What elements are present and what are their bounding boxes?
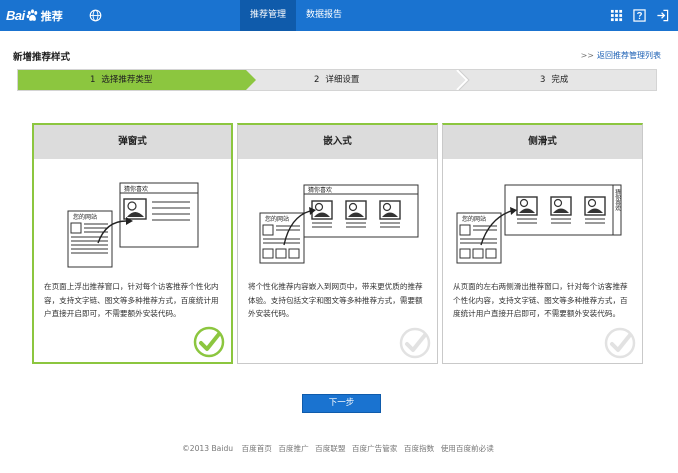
back-link-label: 返回推荐管理列表 [597, 51, 661, 60]
step-2: 2 详细设置 [314, 70, 359, 90]
card-description: 从页面的左右两侧滑出推荐窗口，针对每个访客推荐个性化内容，支持文字链、图文等多种… [453, 282, 628, 318]
card-title: 嵌入式 [238, 125, 437, 159]
embed-panel-label: 猜你喜欢 [308, 186, 332, 194]
slide-panel-label: 猜你喜欢 [614, 188, 621, 213]
page-title: 新增推荐样式 [13, 52, 71, 63]
footer-link-terms[interactable]: 使用百度前必读 [441, 444, 494, 453]
footer-link-baidu-union[interactable]: 百度联盟 [315, 444, 345, 453]
checkmark-unselected-icon [604, 327, 636, 359]
step-3-number: 3 [540, 75, 546, 85]
step-progress-bar: 1 选择推荐类型 2 详细设置 3 完成 [17, 69, 657, 91]
side-slide-illustration: 猜你喜欢 您的网站 [456, 184, 622, 264]
card-description: 在页面上浮出推荐窗口，针对每个访客推荐个性化内容，支持文字链、图文等多种推荐方式… [44, 282, 219, 318]
step-3: 3 完成 [540, 70, 568, 90]
popup-site-label: 您的网站 [73, 213, 97, 221]
step-1-label: 选择推荐类型 [101, 75, 153, 85]
globe-icon[interactable] [89, 9, 102, 22]
checkmark-unselected-icon [399, 327, 431, 359]
paw-icon [26, 9, 37, 21]
card-description: 将个性化推荐内容嵌入到网页中，带来更优质的推荐体验。支持包括文字和图文等多种推荐… [248, 282, 423, 318]
popup-panel-label: 猜你喜欢 [124, 185, 148, 193]
back-to-list-link[interactable]: >> 返回推荐管理列表 [581, 50, 661, 61]
option-card-popup[interactable]: 弹窗式 猜你喜欢 您的网站 在页面上浮出推荐窗口，针对每个访客推荐个性化内容，支… [32, 123, 233, 364]
embed-site-label: 您的网站 [265, 215, 289, 223]
embed-illustration: 猜你喜欢 您的网站 [259, 184, 419, 264]
checkmark-selected-icon [193, 326, 225, 358]
step-1: 1 选择推荐类型 [90, 70, 152, 90]
step-3-label: 完成 [551, 75, 569, 85]
logout-icon[interactable] [656, 9, 669, 22]
tab-recommend-management[interactable]: 推荐管理 [240, 0, 296, 31]
footer-link-baidu-promotion[interactable]: 百度推广 [278, 444, 308, 453]
option-card-embed[interactable]: 嵌入式 猜你喜欢 您的网站 将个性化推荐内容嵌入到网页中，带来更优质的推荐体验。… [237, 123, 438, 364]
slide-site-label: 您的网站 [462, 215, 486, 223]
help-icon[interactable] [633, 9, 646, 22]
next-step-button[interactable]: 下一步 [302, 394, 381, 413]
option-card-side-slide[interactable]: 侧滑式 猜你喜欢 您的网站 从页面的左右两侧滑出推荐窗口，针对每个访客推荐个性化… [442, 123, 643, 364]
double-chevron-right-icon: >> [580, 51, 594, 60]
baidu-logo[interactable]: Bai 推荐 [6, 7, 63, 24]
top-navigation-bar: Bai 推荐 推荐管理 数据报告 [0, 0, 678, 31]
footer: ©2013 Baidu 百度首页 百度推广 百度联盟 百度广告管家 百度指数 使… [0, 443, 678, 454]
step-2-number: 2 [314, 75, 320, 85]
logo-product-name: 推荐 [40, 9, 63, 23]
copyright: ©2013 Baidu [182, 444, 234, 453]
card-title: 弹窗式 [34, 125, 231, 159]
card-title: 侧滑式 [443, 125, 642, 159]
logo-text: Bai [6, 8, 25, 23]
footer-link-ad-manager[interactable]: 百度广告管家 [352, 444, 398, 453]
grid-icon[interactable] [610, 9, 623, 22]
footer-link-baidu-home[interactable]: 百度首页 [242, 444, 272, 453]
step-separator-chevron [456, 70, 470, 90]
step-2-label: 详细设置 [325, 75, 360, 85]
popup-illustration: 猜你喜欢 您的网站 [67, 182, 199, 268]
tab-data-report[interactable]: 数据报告 [296, 0, 352, 31]
step-1-number: 1 [90, 75, 96, 85]
footer-link-baidu-index[interactable]: 百度指数 [404, 444, 434, 453]
